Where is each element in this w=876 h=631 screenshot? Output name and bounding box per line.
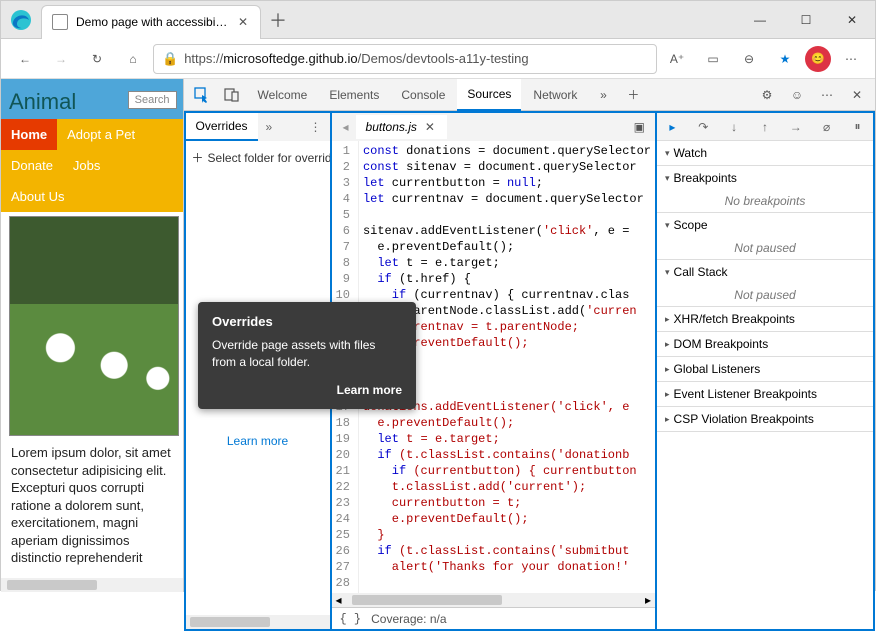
dbg-section-global-listeners[interactable]: Global Listeners bbox=[657, 357, 873, 381]
minimize-button[interactable]: ― bbox=[737, 1, 783, 39]
step-icon[interactable]: → bbox=[786, 120, 806, 134]
dbg-section-dom-breakpoints[interactable]: DOM Breakpoints bbox=[657, 332, 873, 356]
read-aloud-button[interactable]: A⁺ bbox=[661, 43, 693, 75]
inspect-element-icon[interactable] bbox=[188, 82, 216, 108]
zoom-out-button[interactable]: ⊖ bbox=[733, 43, 765, 75]
select-folder-button[interactable]: Select folder for overrides bbox=[186, 141, 330, 174]
close-window-button[interactable]: ✕ bbox=[829, 1, 875, 39]
devtools-toolbar: Welcome Elements Console Sources Network… bbox=[184, 79, 875, 111]
dbg-body: Not paused bbox=[657, 237, 873, 259]
search-input[interactable]: Search bbox=[128, 91, 177, 109]
nav-donate[interactable]: Donate bbox=[1, 150, 63, 181]
site-header: Animal Search bbox=[1, 79, 183, 119]
body-text: Lorem ipsum dolor, sit amet consectetur … bbox=[1, 440, 183, 571]
close-devtools-button[interactable]: ✕ bbox=[843, 82, 871, 108]
browser-tab[interactable]: Demo page with accessibility issues ✕ bbox=[41, 5, 261, 39]
editor-status-bar: { } Coverage: n/a bbox=[332, 607, 655, 629]
navigator-more-icon[interactable]: » bbox=[258, 120, 281, 134]
step-out-icon[interactable]: ↑ bbox=[755, 120, 775, 134]
dbg-section-scope[interactable]: Scope bbox=[657, 213, 873, 237]
pretty-print-icon[interactable]: { } bbox=[340, 612, 362, 626]
new-tab-icon[interactable]: ＋ bbox=[619, 82, 647, 108]
favorite-button[interactable]: ★ bbox=[769, 43, 801, 75]
device-emulation-icon[interactable] bbox=[218, 82, 246, 108]
tab-title: Demo page with accessibility issues bbox=[76, 15, 228, 29]
coverage-status: Coverage: n/a bbox=[371, 612, 446, 626]
navigator-scrollbar[interactable] bbox=[186, 615, 330, 629]
overrides-tooltip: Overrides Override page assets with file… bbox=[198, 302, 416, 409]
step-into-icon[interactable]: ↓ bbox=[724, 120, 744, 134]
back-button[interactable]: ← bbox=[9, 43, 41, 75]
site-nav: Home Adopt a Pet Donate Jobs About Us bbox=[1, 119, 183, 212]
deactivate-breakpoints-icon[interactable]: ⌀ bbox=[817, 120, 837, 134]
dbg-section-xhr-fetch-breakpoints[interactable]: XHR/fetch Breakpoints bbox=[657, 307, 873, 331]
dbg-section-call-stack[interactable]: Call Stack bbox=[657, 260, 873, 284]
maximize-button[interactable]: ☐ bbox=[783, 1, 829, 39]
nav-jobs[interactable]: Jobs bbox=[63, 150, 110, 181]
horizontal-scrollbar[interactable] bbox=[1, 578, 183, 592]
tooltip-body: Override page assets with files from a l… bbox=[212, 337, 402, 371]
forward-button: → bbox=[45, 43, 77, 75]
overrides-tab[interactable]: Overrides bbox=[186, 113, 258, 141]
dbg-section-event-listener-breakpoints[interactable]: Event Listener Breakpoints bbox=[657, 382, 873, 406]
debugger-toolbar: ▸ ↷ ↓ ↑ → ⌀ ⏸ bbox=[657, 113, 873, 141]
dbg-body: Not paused bbox=[657, 284, 873, 306]
tab-network[interactable]: Network bbox=[523, 79, 587, 111]
home-button[interactable]: ⌂ bbox=[117, 43, 149, 75]
pause-exceptions-icon[interactable]: ⏸ bbox=[847, 119, 867, 134]
debugger-panel: ▸ ↷ ↓ ↑ → ⌀ ⏸ WatchBreakpointsNo breakpo… bbox=[657, 113, 875, 631]
hero-image bbox=[9, 216, 179, 436]
nav-home[interactable]: Home bbox=[1, 119, 57, 150]
more-options-icon[interactable]: ⋯ bbox=[813, 82, 841, 108]
edge-logo-icon bbox=[9, 8, 33, 32]
settings-menu-button[interactable]: ⋯ bbox=[835, 43, 867, 75]
step-over-icon[interactable]: ↷ bbox=[693, 120, 713, 134]
dbg-section-breakpoints[interactable]: Breakpoints bbox=[657, 166, 873, 190]
window-titlebar: Demo page with accessibility issues ✕ ＋ … bbox=[1, 1, 875, 39]
tooltip-learn-more[interactable]: Learn more bbox=[212, 383, 402, 397]
toggle-navigator-icon[interactable]: ▣ bbox=[628, 120, 651, 134]
tab-close-button[interactable]: ✕ bbox=[236, 15, 250, 29]
editor-scrollbar[interactable]: ◂▸ bbox=[332, 593, 655, 607]
nav-about[interactable]: About Us bbox=[1, 181, 74, 212]
learn-more-link[interactable]: Learn more bbox=[186, 434, 330, 448]
nav-adopt[interactable]: Adopt a Pet bbox=[57, 119, 145, 150]
address-bar: ← → ↻ ⌂ 🔒 https://microsoftedge.github.i… bbox=[1, 39, 875, 79]
file-tab-close[interactable]: ✕ bbox=[423, 120, 437, 134]
navigator-options-icon[interactable]: ⋮ bbox=[302, 120, 330, 134]
editor-prev-icon[interactable]: ◂ bbox=[336, 120, 356, 134]
site-info-icon[interactable]: 🔒 bbox=[162, 51, 178, 67]
dbg-section-watch[interactable]: Watch bbox=[657, 141, 873, 165]
tooltip-title: Overrides bbox=[212, 314, 402, 329]
window-controls: ― ☐ ✕ bbox=[737, 1, 875, 39]
new-tab-button[interactable]: ＋ bbox=[269, 7, 287, 33]
file-tab[interactable]: buttons.js ✕ bbox=[356, 115, 447, 139]
profile-avatar[interactable]: 😊 bbox=[805, 46, 831, 72]
dbg-section-csp-violation-breakpoints[interactable]: CSP Violation Breakpoints bbox=[657, 407, 873, 431]
url-input[interactable]: 🔒 https://microsoftedge.github.io/Demos/… bbox=[153, 44, 657, 74]
tab-sources[interactable]: Sources bbox=[457, 79, 521, 111]
more-tabs-icon[interactable]: » bbox=[589, 82, 617, 108]
tab-console[interactable]: Console bbox=[391, 79, 455, 111]
tab-elements[interactable]: Elements bbox=[319, 79, 389, 111]
settings-icon[interactable]: ⚙ bbox=[753, 82, 781, 108]
file-name: buttons.js bbox=[366, 120, 417, 134]
dbg-body: No breakpoints bbox=[657, 190, 873, 212]
tab-welcome[interactable]: Welcome bbox=[248, 79, 318, 111]
page-content: Animal Search Home Adopt a Pet Donate Jo… bbox=[1, 79, 184, 592]
feedback-icon[interactable]: ☺ bbox=[783, 82, 811, 108]
resume-icon[interactable]: ▸ bbox=[662, 120, 682, 134]
favicon-icon bbox=[52, 14, 68, 30]
reading-mode-button[interactable]: ▭ bbox=[697, 43, 729, 75]
refresh-button[interactable]: ↻ bbox=[81, 43, 113, 75]
